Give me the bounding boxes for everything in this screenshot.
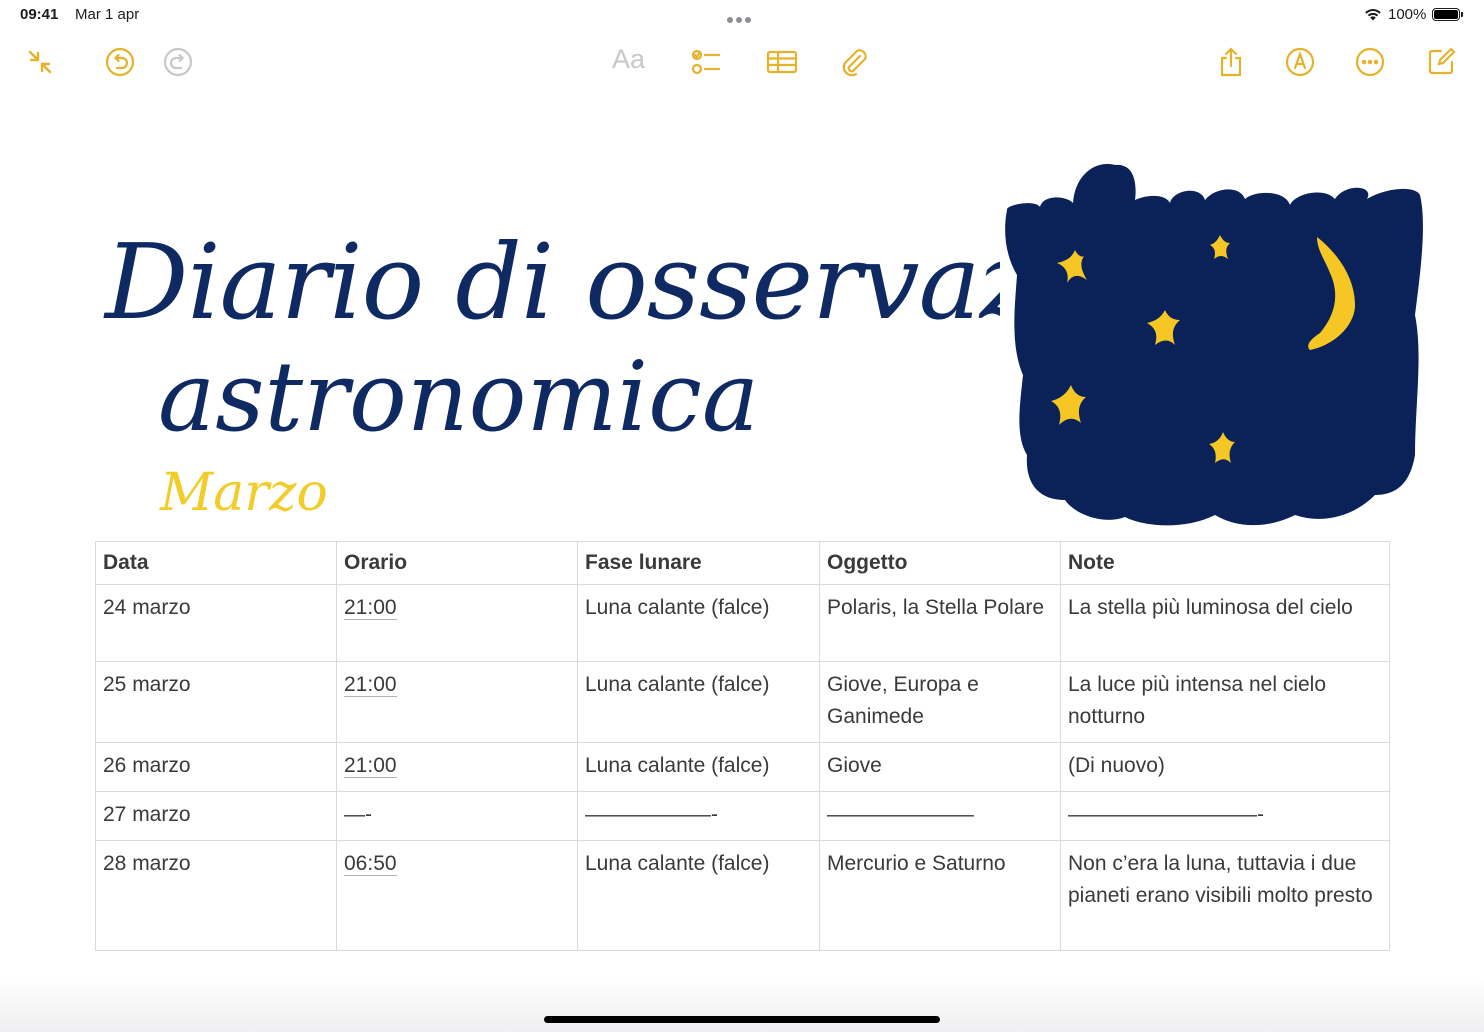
cell-object[interactable]: Mercurio e Saturno — [819, 840, 1061, 951]
cell-moon-phase[interactable]: ——————- — [577, 791, 820, 841]
subtitle-month: Marzo — [159, 463, 328, 523]
attachment-icon[interactable] — [834, 42, 874, 82]
cell-notes[interactable]: La luce più intensa nel cielo notturno — [1060, 661, 1390, 743]
cell-notes[interactable]: —————————- — [1060, 791, 1390, 841]
cell-time[interactable]: 21:00 — [336, 742, 578, 792]
cell-time[interactable]: 21:00 — [336, 661, 578, 743]
battery-percentage: 100% — [1388, 6, 1427, 23]
cell-moon-phase[interactable]: Luna calante (falce) — [577, 742, 820, 792]
title-line-1: Diario di osservazione — [103, 221, 1000, 343]
status-bar: 09:41 Mar 1 apr 100% — [0, 0, 1484, 30]
cell-notes[interactable]: La stella più luminosa del cielo — [1060, 584, 1390, 662]
table-header-row: Data Orario Fase lunare Oggetto Note — [95, 541, 1390, 585]
cell-date[interactable]: 28 marzo — [95, 840, 337, 951]
time-link[interactable]: 21:00 — [344, 596, 397, 620]
cell-notes[interactable]: Non c’era la luna, tuttavia i due pianet… — [1060, 840, 1390, 951]
title-line-2: astronomica — [158, 341, 759, 453]
markup-icon[interactable] — [1280, 42, 1320, 82]
text-format-button[interactable]: Aa — [612, 44, 645, 75]
time-link[interactable]: 21:00 — [344, 754, 397, 778]
cell-object[interactable]: Polaris, la Stella Polare — [819, 584, 1061, 662]
cell-date[interactable]: 25 marzo — [95, 661, 337, 743]
checklist-icon[interactable] — [686, 42, 726, 82]
cell-date[interactable]: 24 marzo — [95, 584, 337, 662]
table-row: 24 marzo 21:00 Luna calante (falce) Pola… — [95, 584, 1390, 662]
cell-object[interactable]: Giove — [819, 742, 1061, 792]
header-notes[interactable]: Note — [1060, 541, 1390, 585]
handwritten-title-drawing: Diario di osservazione astronomica Marzo — [103, 221, 1000, 523]
cell-object[interactable]: ——————— — [819, 791, 1061, 841]
table-icon[interactable] — [762, 42, 802, 82]
collapse-icon[interactable] — [20, 42, 60, 82]
home-indicator[interactable] — [544, 1016, 940, 1023]
table-row: 25 marzo 21:00 Luna calante (falce) Giov… — [95, 661, 1390, 743]
night-sky-drawing — [1005, 164, 1423, 526]
compose-icon[interactable] — [1421, 42, 1461, 82]
cell-moon-phase[interactable]: Luna calante (falce) — [577, 661, 820, 743]
cell-date[interactable]: 27 marzo — [95, 791, 337, 841]
cell-date[interactable]: 26 marzo — [95, 742, 337, 792]
header-time[interactable]: Orario — [336, 541, 578, 585]
observation-table[interactable]: Data Orario Fase lunare Oggetto Note 24 … — [95, 541, 1390, 951]
table-row: 27 marzo —- ——————- ——————— —————————- — [95, 791, 1390, 841]
time-link[interactable]: 06:50 — [344, 852, 397, 876]
multitasking-dots-icon[interactable] — [727, 10, 757, 23]
header-date[interactable]: Data — [95, 541, 337, 585]
status-date: Mar 1 apr — [75, 6, 140, 23]
redo-icon[interactable] — [158, 42, 198, 82]
table-row: 28 marzo 06:50 Luna calante (falce) Merc… — [95, 840, 1390, 951]
table-row: 26 marzo 21:00 Luna calante (falce) Giov… — [95, 742, 1390, 792]
cell-notes[interactable]: (Di nuovo) — [1060, 742, 1390, 792]
time-link[interactable]: 21:00 — [344, 673, 397, 697]
cell-moon-phase[interactable]: Luna calante (falce) — [577, 584, 820, 662]
cell-time[interactable]: 06:50 — [336, 840, 578, 951]
header-object[interactable]: Oggetto — [819, 541, 1061, 585]
status-time: 09:41 — [20, 6, 59, 23]
cell-moon-phase[interactable]: Luna calante (falce) — [577, 840, 820, 951]
share-icon[interactable] — [1211, 42, 1251, 82]
cell-time[interactable]: —- — [336, 791, 578, 841]
battery-icon — [1432, 8, 1463, 21]
wifi-icon — [1365, 9, 1381, 21]
cell-object[interactable]: Giove, Europa e Ganimede — [819, 661, 1061, 743]
more-icon[interactable] — [1350, 42, 1390, 82]
bottom-shade — [0, 975, 1484, 1032]
header-moon-phase[interactable]: Fase lunare — [577, 541, 820, 585]
cell-time[interactable]: 21:00 — [336, 584, 578, 662]
undo-icon[interactable] — [100, 42, 140, 82]
